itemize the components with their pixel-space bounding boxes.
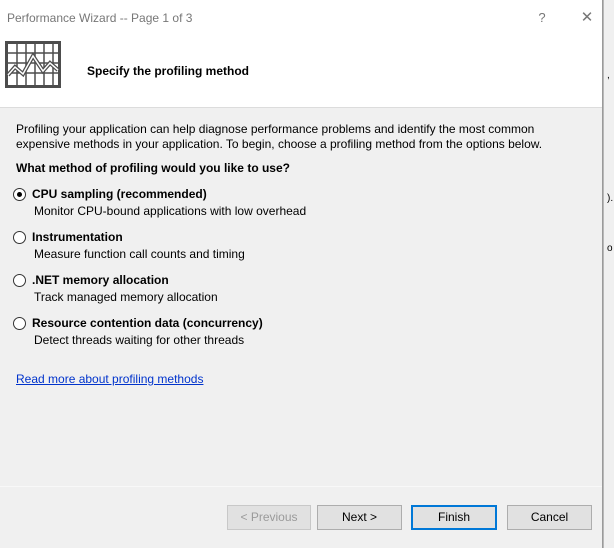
option-description: Track managed memory allocation (34, 290, 218, 304)
option-description: Monitor CPU-bound applications with low … (34, 204, 307, 218)
close-button[interactable]: ✕ (564, 0, 610, 35)
cancel-button[interactable]: Cancel (507, 505, 592, 530)
title-bar[interactable]: Performance Wizard -- Page 1 of 3 ? ✕ (0, 0, 602, 35)
performance-wizard-dialog: Performance Wizard -- Page 1 of 3 ? ✕ Sp… (0, 0, 603, 548)
option-description: Detect threads waiting for other threads (34, 333, 245, 347)
option-label: CPU sampling (recommended) (32, 187, 207, 201)
option-label: .NET memory allocation (32, 273, 169, 287)
radio-instrumentation[interactable] (13, 231, 26, 244)
page-title: Specify the profiling method (87, 64, 250, 78)
next-button[interactable]: Next > (317, 505, 402, 530)
window-title: Performance Wizard -- Page 1 of 3 (7, 11, 193, 25)
previous-button[interactable]: < Previous (227, 505, 311, 530)
performance-chart-icon (5, 41, 61, 88)
option-description: Measure function call counts and timing (34, 247, 245, 261)
close-icon: ✕ (580, 9, 594, 26)
option-cpu-sampling[interactable]: CPU sampling (recommended) Monitor CPU-b… (12, 187, 432, 221)
help-button[interactable]: ? (519, 0, 565, 35)
edge-fragment: o (607, 243, 613, 254)
option-label: Instrumentation (32, 230, 123, 244)
option-label: Resource contention data (concurrency) (32, 316, 263, 330)
background-window-edge: , ). o (603, 0, 614, 548)
option-instrumentation[interactable]: Instrumentation Measure function call co… (12, 230, 432, 264)
footer-divider (0, 486, 602, 487)
finish-button[interactable]: Finish (411, 505, 497, 530)
wizard-header: Specify the profiling method (0, 35, 602, 108)
profiling-question: What method of profiling would you like … (16, 161, 290, 175)
intro-text: Profiling your application can help diag… (16, 122, 543, 151)
radio-resource-contention[interactable] (13, 317, 26, 330)
radio-dotnet-memory[interactable] (13, 274, 26, 287)
edge-fragment: , (607, 70, 610, 81)
radio-cpu-sampling[interactable] (13, 188, 26, 201)
option-resource-contention[interactable]: Resource contention data (concurrency) D… (12, 316, 432, 350)
option-dotnet-memory[interactable]: .NET memory allocation Track managed mem… (12, 273, 432, 307)
read-more-link[interactable]: Read more about profiling methods (16, 372, 203, 386)
edge-fragment: ). (607, 193, 614, 204)
help-icon: ? (538, 10, 546, 25)
